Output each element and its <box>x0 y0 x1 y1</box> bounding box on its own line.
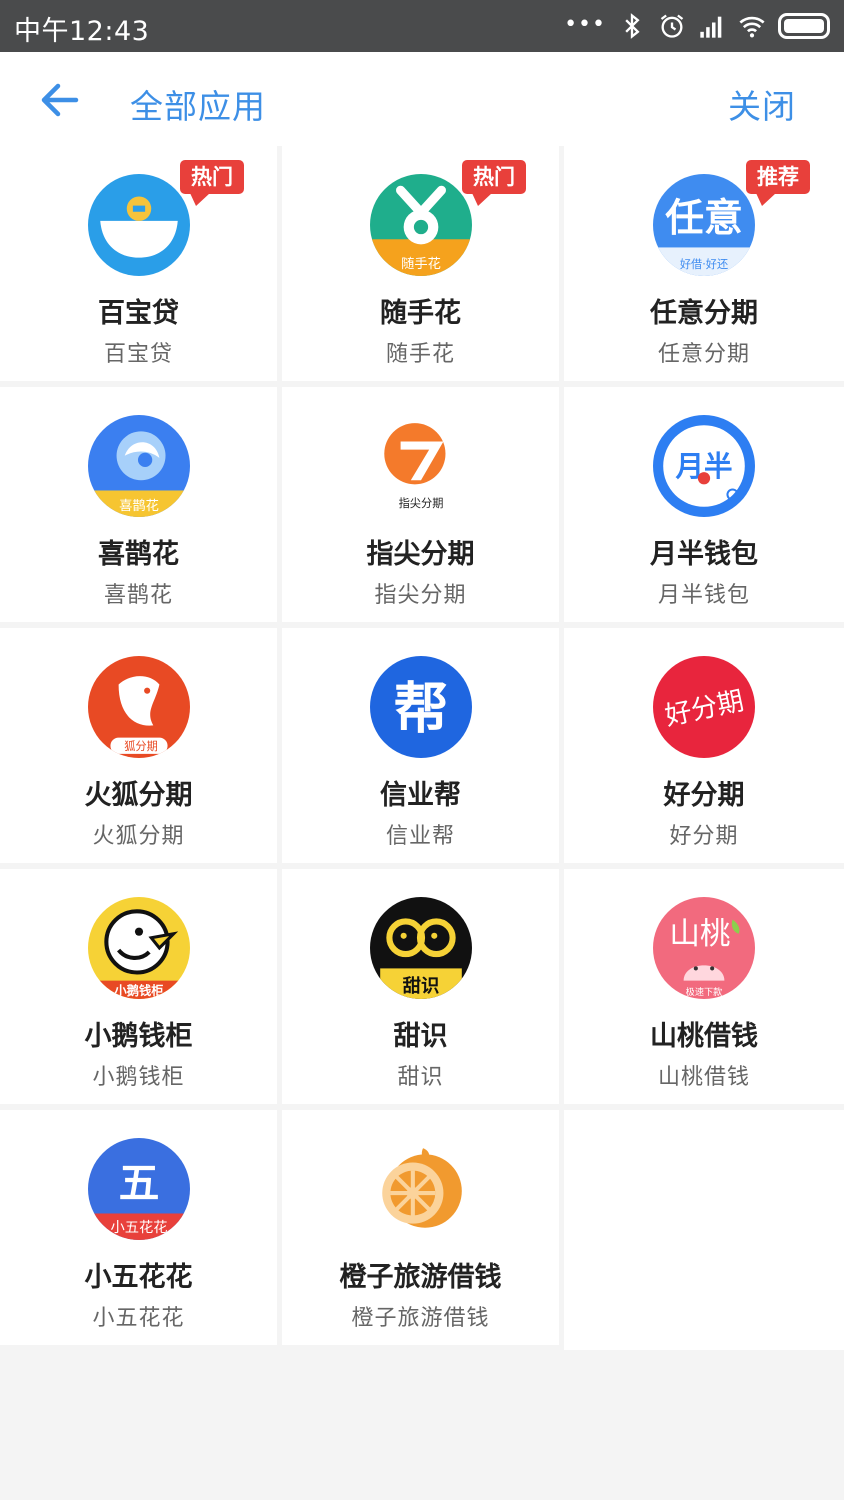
page-title: 全部应用 <box>130 87 266 126</box>
status-icons: ••• <box>564 10 830 42</box>
app-name: 指尖分期 <box>366 539 475 570</box>
app-name: 橙子旅游借钱 <box>339 1262 502 1293</box>
app-subtitle: 百宝贷 <box>103 342 173 367</box>
hot-badge: 热门 <box>180 160 244 206</box>
xiaoe-icon-text: 小鹅钱柜 <box>114 983 163 998</box>
xiaoe-icon: 小鹅钱柜 <box>87 897 190 999</box>
empty-cell <box>564 1110 844 1350</box>
app-name: 火狐分期 <box>84 780 193 811</box>
app-card-haofenqi[interactable]: 好分期 好分期 好分期 <box>564 628 844 863</box>
app-card-xiaowu[interactable]: 五小五花花 小五花花 小五花花 <box>0 1110 277 1345</box>
app-card-baibaodai[interactable]: 热门 百宝贷 百宝贷 <box>0 146 277 381</box>
app-subtitle: 指尖分期 <box>374 583 467 608</box>
wifi-icon <box>739 16 765 38</box>
app-name: 甜识 <box>393 1021 448 1052</box>
xiaowu-icon: 五小五花花 <box>87 1138 190 1240</box>
yueban-icon: 月半 <box>653 415 755 517</box>
app-card-xiaoe[interactable]: 小鹅钱柜 小鹅钱柜 小鹅钱柜 <box>0 869 277 1104</box>
app-subtitle: 信业帮 <box>385 824 455 849</box>
shantao-icon-text: 山桃 <box>669 917 730 952</box>
hot-badge: 热门 <box>462 160 526 206</box>
xiquehua-icon-text: 喜鹊花 <box>119 498 159 514</box>
back-arrow-icon[interactable] <box>34 76 86 124</box>
header: 全部应用 关闭 <box>0 52 844 146</box>
tianshi-icon: 甜识 <box>369 897 472 999</box>
renyi-icon: 任意好借·好还 <box>653 174 755 276</box>
xiaowu-icon-text: 五 <box>118 1159 159 1207</box>
xiaowu-icon-slogan: 小五花花 <box>110 1219 167 1236</box>
app-card-tianshi[interactable]: 甜识 甜识 甜识 <box>282 869 559 1104</box>
app-card-shantao[interactable]: 山桃极速下款 山桃借钱 山桃借钱 <box>564 869 844 1104</box>
renyi-icon-slogan: 好借·好还 <box>680 257 728 271</box>
huohu-icon: 狐分期 <box>87 656 190 758</box>
signal-icon <box>700 16 722 38</box>
app-subtitle: 任意分期 <box>657 342 750 367</box>
app-card-xiquehua[interactable]: 喜鹊花 喜鹊花 喜鹊花 <box>0 387 277 622</box>
app-name: 山桃借钱 <box>650 1021 758 1052</box>
app-card-suishouhua[interactable]: 随手花 热门 随手花 随手花 <box>282 146 559 381</box>
more-dots-icon: ••• <box>564 11 606 37</box>
app-name: 喜鹊花 <box>98 539 179 570</box>
battery-icon <box>778 13 830 39</box>
alarm-icon <box>660 14 684 38</box>
app-name: 月半钱包 <box>650 539 758 570</box>
baibaodai-icon <box>87 174 190 276</box>
app-subtitle: 小五花花 <box>92 1306 185 1331</box>
shantao-icon-slogan: 极速下款 <box>686 986 723 998</box>
app-name: 信业帮 <box>380 780 461 811</box>
huohu-icon-text: 狐分期 <box>124 739 158 753</box>
app-name: 好分期 <box>663 780 745 811</box>
app-subtitle: 火狐分期 <box>92 824 185 849</box>
close-button[interactable]: 关闭 <box>728 80 796 128</box>
app-subtitle: 甜识 <box>397 1065 444 1090</box>
app-subtitle: 橙子旅游借钱 <box>351 1306 490 1331</box>
status-bar: 中午12:43 ••• <box>0 0 844 52</box>
xiquehua-icon: 喜鹊花 <box>87 415 190 517</box>
app-subtitle: 好分期 <box>669 824 739 849</box>
app-name: 随手花 <box>380 298 461 329</box>
app-subtitle: 月半钱包 <box>657 583 750 608</box>
renyi-icon-text: 任意 <box>665 196 743 241</box>
app-name: 小鹅钱柜 <box>84 1021 193 1052</box>
zhijian-icon: 指尖分期 <box>369 415 472 517</box>
app-card-xinyebang[interactable]: 帮 信业帮 信业帮 <box>282 628 559 863</box>
app-name: 小五花花 <box>84 1262 193 1293</box>
bluetooth-icon <box>625 13 640 39</box>
suishouhua-icon: 随手花 <box>369 174 472 276</box>
app-subtitle: 喜鹊花 <box>103 583 173 608</box>
chengzi-icon <box>369 1138 472 1240</box>
app-card-chengzi[interactable]: 橙子旅游借钱 橙子旅游借钱 <box>282 1110 559 1345</box>
zhijian-icon-text: 指尖分期 <box>398 496 443 510</box>
shantao-icon: 山桃极速下款 <box>653 897 755 999</box>
app-subtitle: 山桃借钱 <box>657 1065 750 1090</box>
xinyebang-icon: 帮 <box>369 656 472 758</box>
app-subtitle: 小鹅钱柜 <box>92 1065 185 1090</box>
tianshi-icon-text: 甜识 <box>402 975 439 997</box>
app-subtitle: 随手花 <box>385 342 455 367</box>
xinyebang-icon-text: 帮 <box>393 676 448 740</box>
app-name: 任意分期 <box>650 298 758 329</box>
recommend-badge: 推荐 <box>746 160 810 206</box>
app-card-zhijian[interactable]: 指尖分期 指尖分期 指尖分期 <box>282 387 559 622</box>
app-card-yueban[interactable]: 月半 月半钱包 月半钱包 <box>564 387 844 622</box>
haofenqi-icon: 好分期 <box>653 656 755 758</box>
app-name: 百宝贷 <box>98 298 179 329</box>
status-time: 中午12:43 <box>14 16 150 47</box>
app-card-huohu[interactable]: 狐分期 火狐分期 火狐分期 <box>0 628 277 863</box>
app-card-renyi[interactable]: 任意好借·好还 推荐 任意分期 任意分期 <box>564 146 844 381</box>
suishouhua-icon-text: 随手花 <box>401 256 441 272</box>
